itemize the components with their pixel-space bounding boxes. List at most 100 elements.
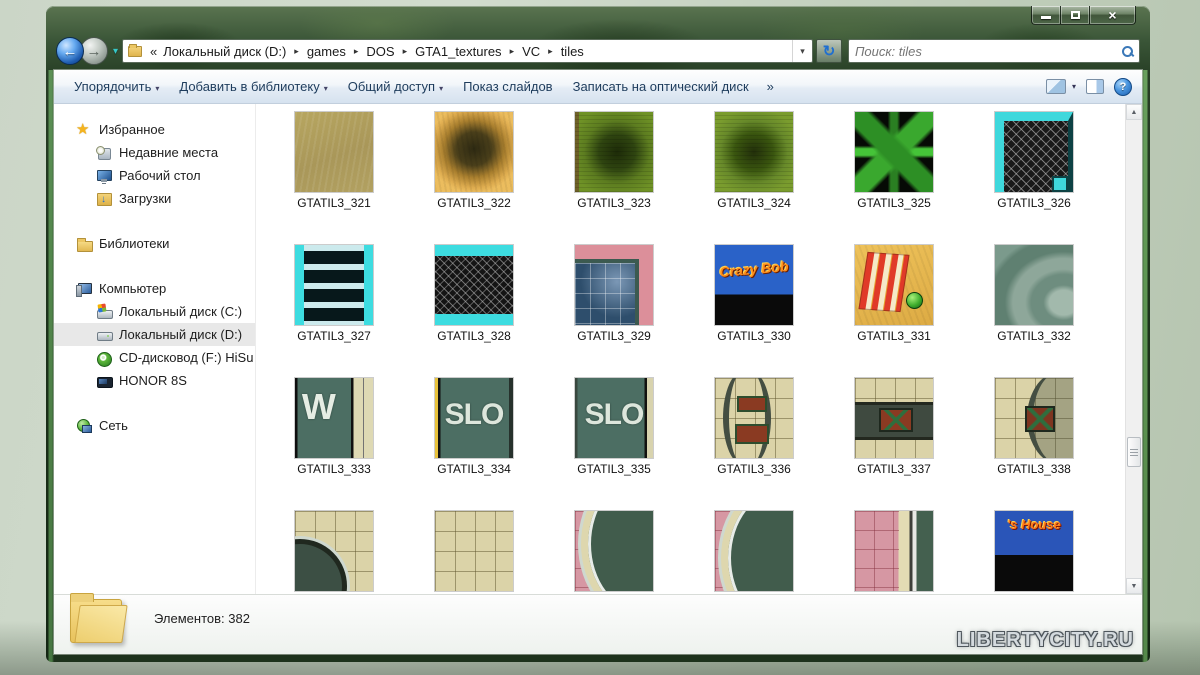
vertical-scrollbar[interactable]: ▲ ▼ — [1125, 104, 1142, 594]
burn-disc-button[interactable]: Записать на оптический диск — [563, 74, 759, 99]
sidebar-item-label: Компьютер — [99, 281, 166, 296]
address-dropdown-button[interactable]: ▾ — [792, 40, 812, 62]
breadcrumb-item-games[interactable]: games — [305, 43, 348, 60]
minimize-button[interactable] — [1031, 6, 1061, 25]
file-item[interactable]: GTATIL3_324 — [684, 112, 824, 245]
help-icon[interactable]: ? — [1114, 78, 1132, 96]
file-name: GTATIL3_337 — [824, 462, 964, 476]
file-item[interactable]: GTATIL3_329 — [544, 245, 684, 378]
change-view-icon[interactable] — [1046, 79, 1066, 94]
phone-icon — [96, 373, 112, 389]
slideshow-button[interactable]: Показ слайдов — [453, 74, 563, 99]
file-item[interactable]: GTATIL3_340 — [404, 511, 544, 594]
file-item[interactable]: WGTATIL3_333 — [264, 378, 404, 511]
scrollbar-thumb[interactable] — [1127, 437, 1141, 467]
organize-button[interactable]: Упорядочить▾ — [64, 74, 169, 99]
chevron-down-icon: ▾ — [155, 84, 159, 93]
scroll-up-button[interactable]: ▲ — [1126, 104, 1142, 120]
preview-pane-icon[interactable] — [1086, 79, 1104, 94]
recent-pages-dropdown[interactable]: ▾ — [113, 46, 118, 57]
sidebar-item-desktop[interactable]: Рабочий стол — [54, 164, 255, 187]
breadcrumb-item-drive[interactable]: Локальный диск (D:) — [161, 43, 288, 60]
file-item[interactable]: GTATIL3_325 — [824, 112, 964, 245]
file-item[interactable]: SLOGTATIL3_334 — [404, 378, 544, 511]
file-name: GTATIL3_334 — [404, 462, 544, 476]
file-item[interactable]: GTATIL3_331 — [824, 245, 964, 378]
maximize-button[interactable] — [1061, 6, 1090, 25]
file-item[interactable]: GTATIL3_342 — [684, 511, 824, 594]
file-name: GTATIL3_335 — [544, 462, 684, 476]
file-item[interactable]: GTATIL3_341 — [544, 511, 684, 594]
folder-icon — [70, 599, 122, 643]
sidebar-item-phone[interactable]: HONOR 8S — [54, 369, 255, 392]
file-item[interactable]: GTATIL3_339 — [264, 511, 404, 594]
share-button[interactable]: Общий доступ▾ — [338, 74, 453, 99]
sidebar-spacer — [54, 392, 255, 414]
downloads-icon — [96, 191, 112, 207]
back-button[interactable]: ← — [56, 37, 84, 65]
close-button[interactable]: × — [1090, 6, 1136, 25]
file-item[interactable]: GTATIL3_326 — [964, 112, 1104, 245]
thumbnail-overlay-text: W — [297, 386, 341, 428]
thumbnail-overlay-text: Crazy Bob — [715, 258, 793, 281]
file-item[interactable]: 's HouseGTATIL3_344 — [964, 511, 1104, 594]
breadcrumb-item-vc[interactable]: VC — [520, 43, 542, 60]
breadcrumb-item-gta1-textures[interactable]: GTA1_textures — [413, 43, 503, 60]
file-item[interactable]: GTATIL3_336 — [684, 378, 824, 511]
file-item[interactable]: GTATIL3_337 — [824, 378, 964, 511]
address-bar[interactable]: « Локальный диск (D:) ▸ games ▸ DOS ▸ GT… — [122, 39, 813, 63]
texture-thumbnail: Crazy Bob — [715, 245, 793, 325]
scrollbar-grip-icon — [1130, 449, 1138, 456]
sidebar-item-drive-c[interactable]: Локальный диск (C:) — [54, 300, 255, 323]
file-item[interactable]: GTATIL3_323 — [544, 112, 684, 245]
sidebar-item-label: Библиотеки — [99, 236, 169, 251]
file-item[interactable]: GTATIL3_327 — [264, 245, 404, 378]
sidebar-item-label: Рабочий стол — [119, 168, 201, 183]
search-input[interactable] — [855, 44, 1122, 59]
window-chrome: × ← → ▾ « Локальный диск (D:) ▸ games ▸ … — [46, 6, 1150, 70]
file-item[interactable]: SLOGTATIL3_335 — [544, 378, 684, 511]
file-name: GTATIL3_336 — [684, 462, 824, 476]
sidebar-item-recent-places[interactable]: Недавние места — [54, 141, 255, 164]
sidebar-item-drive-d[interactable]: Локальный диск (D:) — [54, 323, 255, 346]
texture-thumbnail — [295, 511, 373, 591]
file-item[interactable]: GTATIL3_343 — [824, 511, 964, 594]
sidebar-item-label: Локальный диск (C:) — [119, 304, 242, 319]
sidebar-item-computer[interactable]: Компьютер — [54, 277, 255, 300]
sidebar-item-cd-drive[interactable]: CD-дисковод (F:) HiSu — [54, 346, 255, 369]
breadcrumb-separator-icon: ▸ — [548, 46, 553, 57]
breadcrumb-item-tiles[interactable]: tiles — [559, 43, 586, 60]
file-item[interactable]: GTATIL3_328 — [404, 245, 544, 378]
more-commands-chevron[interactable]: » — [759, 74, 782, 99]
file-name: GTATIL3_322 — [404, 196, 544, 210]
disc-icon — [96, 350, 112, 366]
refresh-button[interactable]: ↻ — [816, 39, 842, 63]
sidebar-item-network[interactable]: Сеть — [54, 414, 255, 437]
libraries-icon — [76, 236, 92, 252]
texture-thumbnail: W — [295, 378, 373, 458]
main-area: ★ Избранное Недавние места Рабочий стол … — [54, 104, 1142, 594]
texture-thumbnail — [435, 245, 513, 325]
sidebar-item-label: CD-дисковод (F:) HiSu — [119, 350, 253, 365]
file-item[interactable]: GTATIL3_338 — [964, 378, 1104, 511]
sidebar-item-libraries[interactable]: Библиотеки — [54, 232, 255, 255]
sidebar-item-favorites[interactable]: ★ Избранное — [54, 118, 255, 141]
sidebar-item-downloads[interactable]: Загрузки — [54, 187, 255, 210]
file-item[interactable]: Crazy Bob GTATIL3_330 — [684, 245, 824, 378]
chevron-down-icon[interactable]: ▾ — [1072, 82, 1076, 91]
file-item[interactable]: GTATIL3_332 — [964, 245, 1104, 378]
file-name: GTATIL3_330 — [684, 329, 824, 343]
file-name: GTATIL3_325 — [824, 196, 964, 210]
search-icon[interactable] — [1122, 46, 1133, 57]
file-item[interactable]: GTATIL3_322 — [404, 112, 544, 245]
items-count: Элементов: 382 — [154, 611, 250, 626]
forward-button[interactable]: → — [80, 37, 108, 65]
file-item[interactable]: GTATIL3_321 — [264, 112, 404, 245]
scroll-down-button[interactable]: ▼ — [1126, 578, 1142, 594]
texture-thumbnail — [575, 511, 653, 591]
breadcrumb-overflow-chevron[interactable]: « — [150, 44, 157, 59]
breadcrumb-item-dos[interactable]: DOS — [364, 43, 396, 60]
search-box[interactable] — [848, 39, 1140, 63]
add-to-library-button[interactable]: Добавить в библиотеку▾ — [169, 74, 337, 99]
file-name: GTATIL3_329 — [544, 329, 684, 343]
